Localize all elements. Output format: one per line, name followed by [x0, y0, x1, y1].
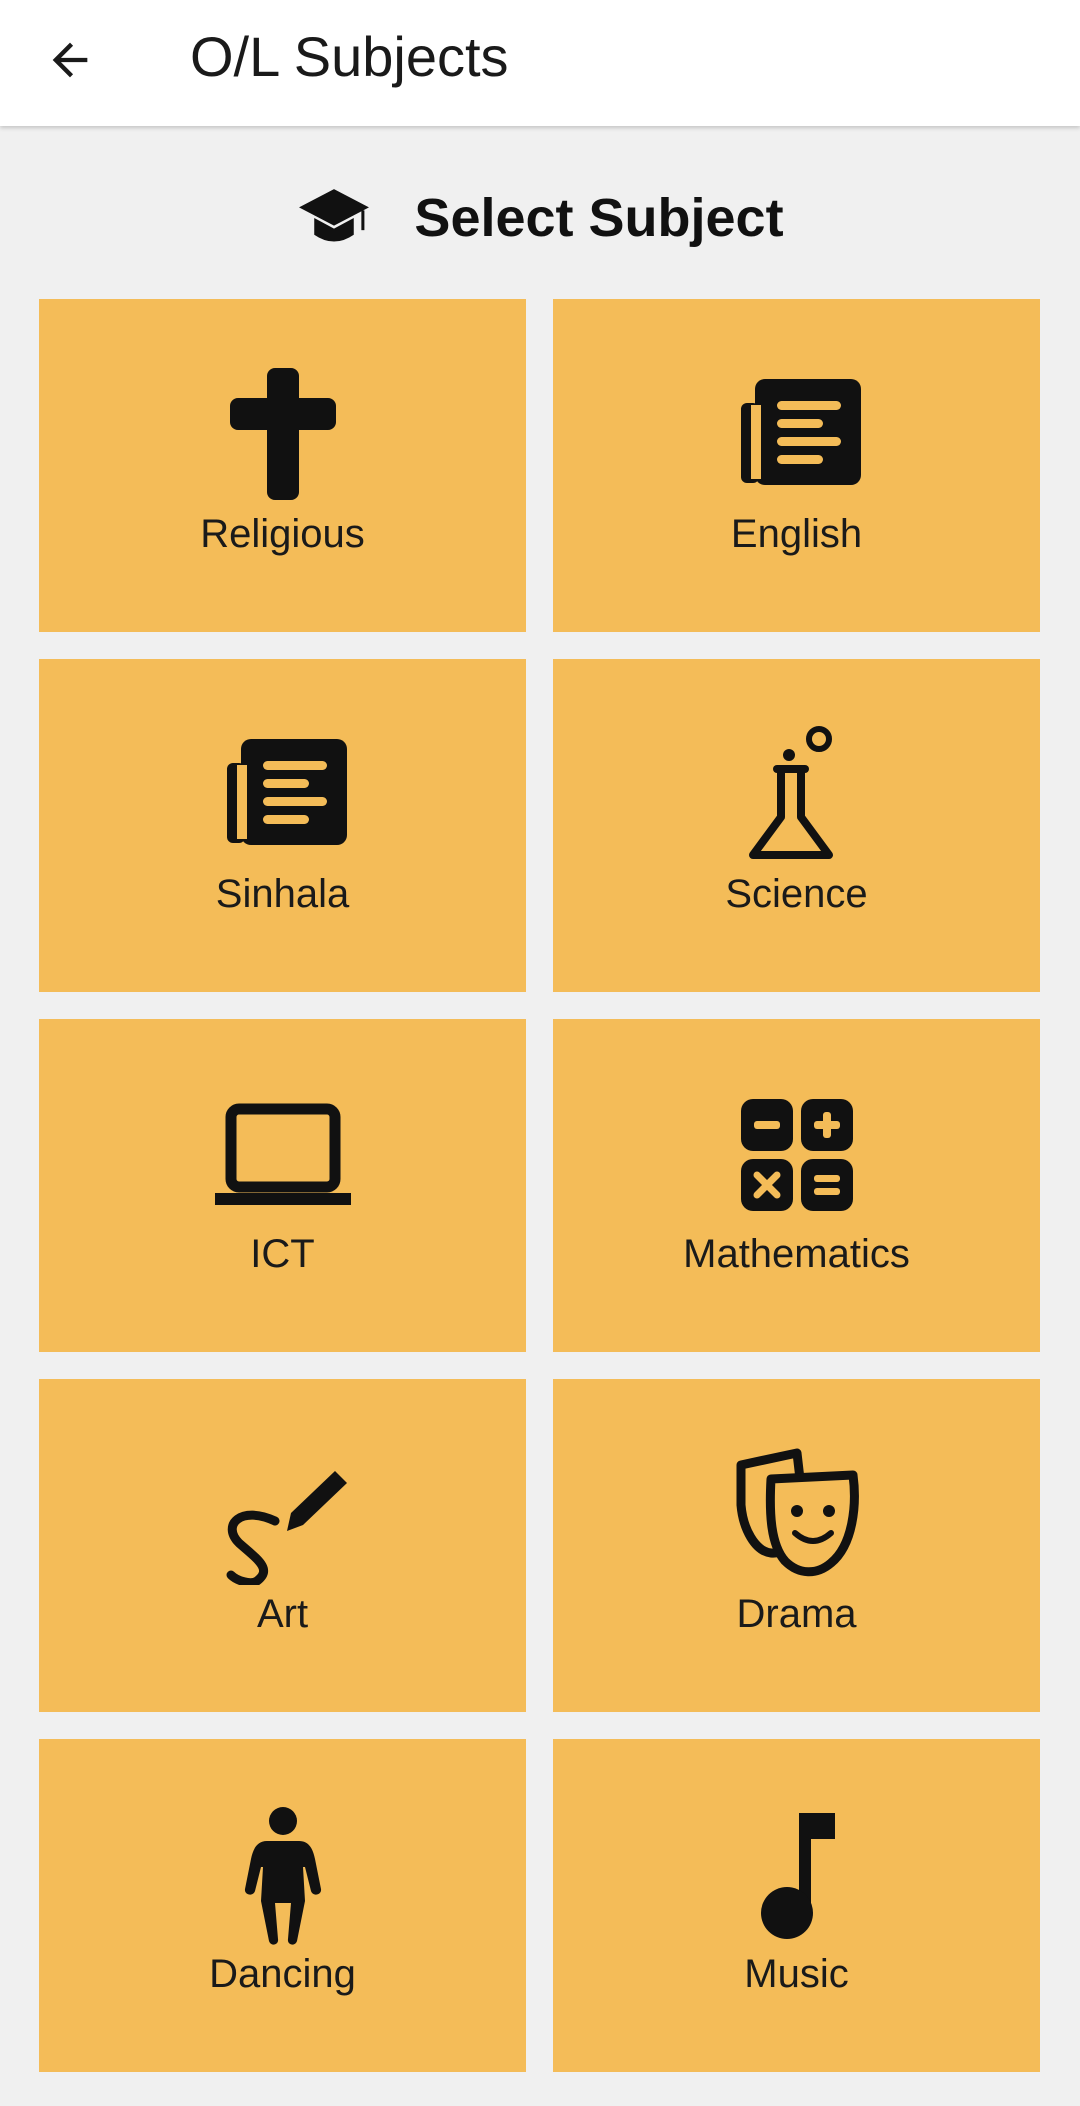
subject-label: Sinhala	[215, 872, 350, 916]
back-button[interactable]	[30, 20, 110, 100]
app-bar: O/L Subjects	[0, 0, 1080, 126]
theater-masks-icon	[727, 1445, 867, 1585]
person-icon	[213, 1805, 353, 1945]
subject-tile-science[interactable]: Science	[553, 659, 1040, 992]
section-title: Select Subject	[414, 188, 784, 248]
subject-label: ICT	[250, 1232, 315, 1276]
subject-label: Music	[744, 1952, 849, 1996]
subject-tile-sinhala[interactable]: Sinhala	[39, 659, 526, 992]
subject-tile-drama[interactable]: Drama	[553, 1379, 1040, 1712]
graduation-cap-icon	[299, 189, 370, 242]
page-title: O/L Subjects	[190, 25, 509, 88]
newspaper-icon	[213, 725, 353, 865]
subject-label: English	[730, 512, 863, 556]
arrow-left-icon	[52, 42, 88, 78]
laptop-icon	[213, 1085, 353, 1225]
subject-tile-mathematics[interactable]: Mathematics	[553, 1019, 1040, 1352]
subject-tile-ict[interactable]: ICT	[39, 1019, 526, 1352]
subject-label: Science	[725, 872, 868, 916]
subject-label: Drama	[736, 1592, 857, 1636]
subject-tile-music[interactable]: Music	[553, 1739, 1040, 2072]
subject-tile-dancing[interactable]: Dancing	[39, 1739, 526, 2072]
subject-tile-religious[interactable]: Religious	[39, 299, 526, 632]
subject-tile-english[interactable]: English	[553, 299, 1040, 632]
subject-label: Art	[256, 1592, 309, 1636]
newspaper-icon	[727, 365, 867, 505]
subjects-grid: Religious English Sinhala Science ICT Ma…	[39, 299, 1041, 2072]
flask-icon	[727, 725, 867, 865]
subject-label: Dancing	[209, 1952, 356, 1996]
section-header: Select Subject	[0, 176, 1080, 260]
subject-label: Mathematics	[683, 1232, 910, 1276]
subject-tile-art[interactable]: Art	[39, 1379, 526, 1712]
calculator-icon	[727, 1085, 867, 1225]
draw-pencil-icon	[213, 1445, 353, 1585]
cross-icon	[213, 365, 353, 505]
subject-label: Religious	[200, 512, 365, 556]
music-note-icon	[727, 1805, 867, 1945]
